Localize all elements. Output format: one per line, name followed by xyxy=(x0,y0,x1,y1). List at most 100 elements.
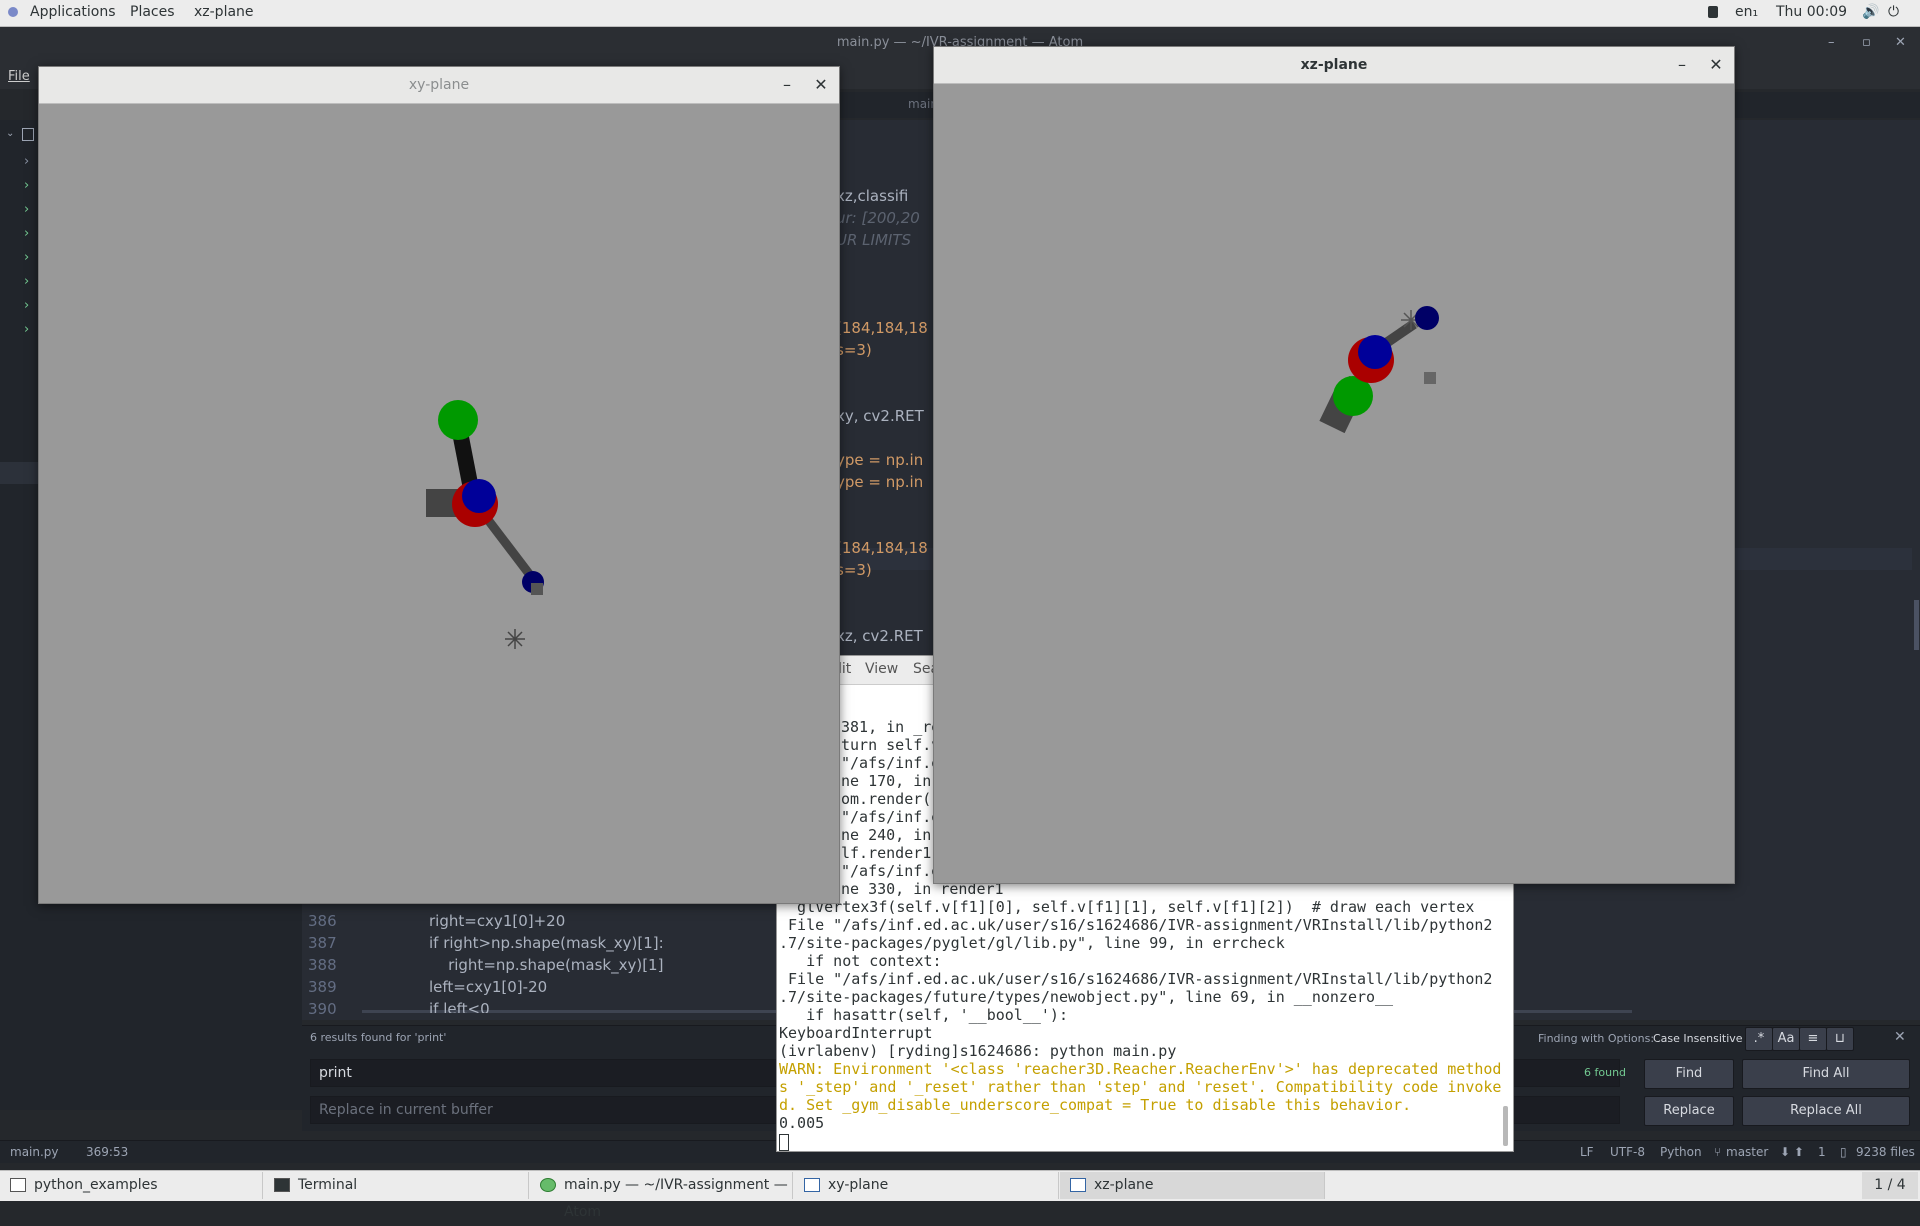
status-file[interactable]: main.py xyxy=(10,1145,59,1159)
xz-plane-window[interactable]: xz-plane – ✕ xyxy=(933,46,1735,884)
terminal-line: .7/site-packages/pyglet/gl/lib.py", line… xyxy=(779,934,1285,952)
xy-minimize-button[interactable]: – xyxy=(775,67,799,103)
find-all-button[interactable]: Find All xyxy=(1742,1059,1910,1089)
workspace-indicator[interactable]: 1 / 4 xyxy=(1862,1172,1918,1199)
code-fragment: (184,184,18 xyxy=(836,539,928,557)
xy-target-star-icon xyxy=(505,629,525,649)
line-number: 387 xyxy=(308,934,337,952)
find-options-value: Case Insensitive xyxy=(1653,1032,1743,1045)
power-icon[interactable]: ⏻ xyxy=(1888,4,1899,20)
code-fragment: (184,184,18 xyxy=(836,319,928,337)
terminal-warning-line: d. Set _gym_disable_underscore_compat = … xyxy=(779,1096,1412,1114)
tree-folder-chevron-icon[interactable]: › xyxy=(24,270,29,294)
tree-folder-list: › › › › › › › › xyxy=(24,150,29,342)
status-eol[interactable]: LF xyxy=(1580,1145,1594,1159)
xz-render-canvas[interactable] xyxy=(934,84,1734,883)
status-files-icon: ▯ xyxy=(1840,1145,1847,1159)
xy-plane-window[interactable]: xy-plane – ✕ xyxy=(38,66,840,904)
status-encoding[interactable]: UTF-8 xyxy=(1610,1145,1645,1159)
whole-word-toggle[interactable]: ⊔ xyxy=(1826,1027,1854,1051)
xy-plane-title: xy-plane xyxy=(408,77,470,93)
xz-close-button[interactable]: ✕ xyxy=(1704,47,1728,83)
tree-folder-chevron-icon[interactable]: › xyxy=(24,150,29,174)
window-icon xyxy=(1070,1178,1086,1192)
task-label: python_examples xyxy=(34,1177,158,1193)
found-count: 6 found xyxy=(1584,1066,1627,1079)
find-input-value: print xyxy=(319,1065,352,1081)
in-selection-toggle[interactable]: ≡ xyxy=(1799,1027,1827,1051)
terminal-line: om.render() xyxy=(841,790,941,808)
status-branch[interactable]: master xyxy=(1726,1145,1768,1159)
terminal-line: File "/afs/inf.ed.ac.uk/user/s16/s162468… xyxy=(779,916,1493,934)
tree-folder-chevron-icon[interactable]: › xyxy=(24,174,29,198)
find-results-text: 6 results found for 'print' xyxy=(310,1031,447,1044)
task-python-examples[interactable]: python_examples xyxy=(0,1172,263,1199)
xy-plane-title-bar[interactable]: xy-plane – ✕ xyxy=(39,67,839,104)
status-git-count[interactable]: 1 xyxy=(1818,1145,1826,1159)
git-branch-icon: ⑂ xyxy=(1714,1145,1722,1159)
tree-collapse-icon[interactable]: ⌄ xyxy=(6,128,14,139)
code-fragment: s=3) xyxy=(836,561,872,579)
replace-all-button[interactable]: Replace All xyxy=(1742,1096,1910,1126)
menu-view[interactable]: View xyxy=(865,661,898,677)
window-list-taskbar: python_examples Terminal main.py — ~/IVR… xyxy=(0,1170,1920,1220)
terminal-line: "/afs/inf.e xyxy=(841,754,941,772)
terminal-line: "/afs/inf.e xyxy=(841,808,941,826)
line-number: 390 xyxy=(308,1000,337,1018)
xy-close-button[interactable]: ✕ xyxy=(809,67,833,103)
code-comment: ur: [200,20 xyxy=(836,209,920,227)
case-toggle[interactable]: Aa xyxy=(1772,1027,1800,1051)
terminal-line: if not context: xyxy=(779,952,942,970)
replace-button[interactable]: Replace xyxy=(1644,1096,1734,1126)
line-number: 386 xyxy=(308,912,337,930)
tree-folder-chevron-icon[interactable]: › xyxy=(24,246,29,270)
atom-minimize-button[interactable]: – xyxy=(1828,27,1835,59)
atom-maximize-button[interactable]: ▫ xyxy=(1862,27,1871,59)
gnome-top-bar: Applications Places xz-plane en₁ Thu 00:… xyxy=(0,0,1920,27)
active-app-menu[interactable]: xz-plane xyxy=(194,4,254,20)
code-line: right=cxy1[0]+20 xyxy=(429,912,566,930)
terminal-scrollbar[interactable] xyxy=(1503,1106,1508,1146)
lock-icon[interactable] xyxy=(1708,6,1718,18)
menu-file[interactable]: File xyxy=(8,69,30,84)
task-xy-plane[interactable]: xy-plane xyxy=(794,1172,1059,1199)
applications-menu[interactable]: Applications xyxy=(30,4,116,20)
editor-scrollbar[interactable] xyxy=(1914,600,1919,650)
tree-folder-chevron-icon[interactable]: › xyxy=(24,198,29,222)
status-file-count[interactable]: 9238 files xyxy=(1856,1145,1915,1159)
code-line: if right>np.shape(mask_xy)[1]: xyxy=(429,934,664,952)
atom-close-button[interactable]: ✕ xyxy=(1895,27,1906,59)
code-line: if left<0 xyxy=(429,1000,490,1013)
xy-render-canvas[interactable] xyxy=(39,104,839,903)
xz-end-effector xyxy=(1415,306,1439,330)
language-indicator[interactable]: en₁ xyxy=(1735,4,1758,20)
terminal-line: .7/site-packages/future/types/newobject.… xyxy=(779,988,1394,1006)
task-atom[interactable]: main.py — ~/IVR-assignment — Atom xyxy=(530,1172,793,1220)
regex-toggle[interactable]: .* xyxy=(1745,1027,1773,1051)
tree-folder-chevron-icon[interactable]: › xyxy=(24,294,29,318)
xz-plane-title-bar[interactable]: xz-plane – ✕ xyxy=(934,47,1734,84)
volume-icon[interactable]: 🔊 xyxy=(1862,4,1879,20)
find-button[interactable]: Find xyxy=(1644,1059,1734,1089)
task-terminal[interactable]: Terminal xyxy=(264,1172,529,1199)
task-xz-plane[interactable]: xz-plane xyxy=(1060,1172,1325,1199)
places-menu[interactable]: Places xyxy=(130,4,175,20)
clock[interactable]: Thu 00:09 xyxy=(1776,4,1847,20)
tree-folder-chevron-icon[interactable]: › xyxy=(24,318,29,342)
terminal-line: glVertex3f(self.v[f1][0], self.v[f1][1],… xyxy=(779,898,1475,916)
xy-joint-blue xyxy=(462,479,496,513)
xz-minimize-button[interactable]: – xyxy=(1670,47,1694,83)
task-label: main.py — ~/IVR-assignment — Atom xyxy=(564,1177,788,1220)
close-find-icon[interactable]: ✕ xyxy=(1894,1029,1906,1045)
status-grammar[interactable]: Python xyxy=(1660,1145,1702,1159)
find-options-label: Finding with Options: xyxy=(1538,1032,1655,1045)
xz-plane-title: xz-plane xyxy=(1300,57,1368,73)
terminal-line: turn self.v xyxy=(841,736,941,754)
status-cursor-position[interactable]: 369:53 xyxy=(86,1145,128,1159)
code-line: left=cxy1[0]-20 xyxy=(429,978,548,996)
git-arrows-icon: ⬇ ⬆ xyxy=(1780,1145,1804,1159)
repo-icon xyxy=(22,128,34,141)
task-label: Terminal xyxy=(298,1177,358,1193)
tree-folder-chevron-icon[interactable]: › xyxy=(24,222,29,246)
terminal-warning-line: s '_step' and '_reset' rather than 'step… xyxy=(779,1078,1502,1096)
